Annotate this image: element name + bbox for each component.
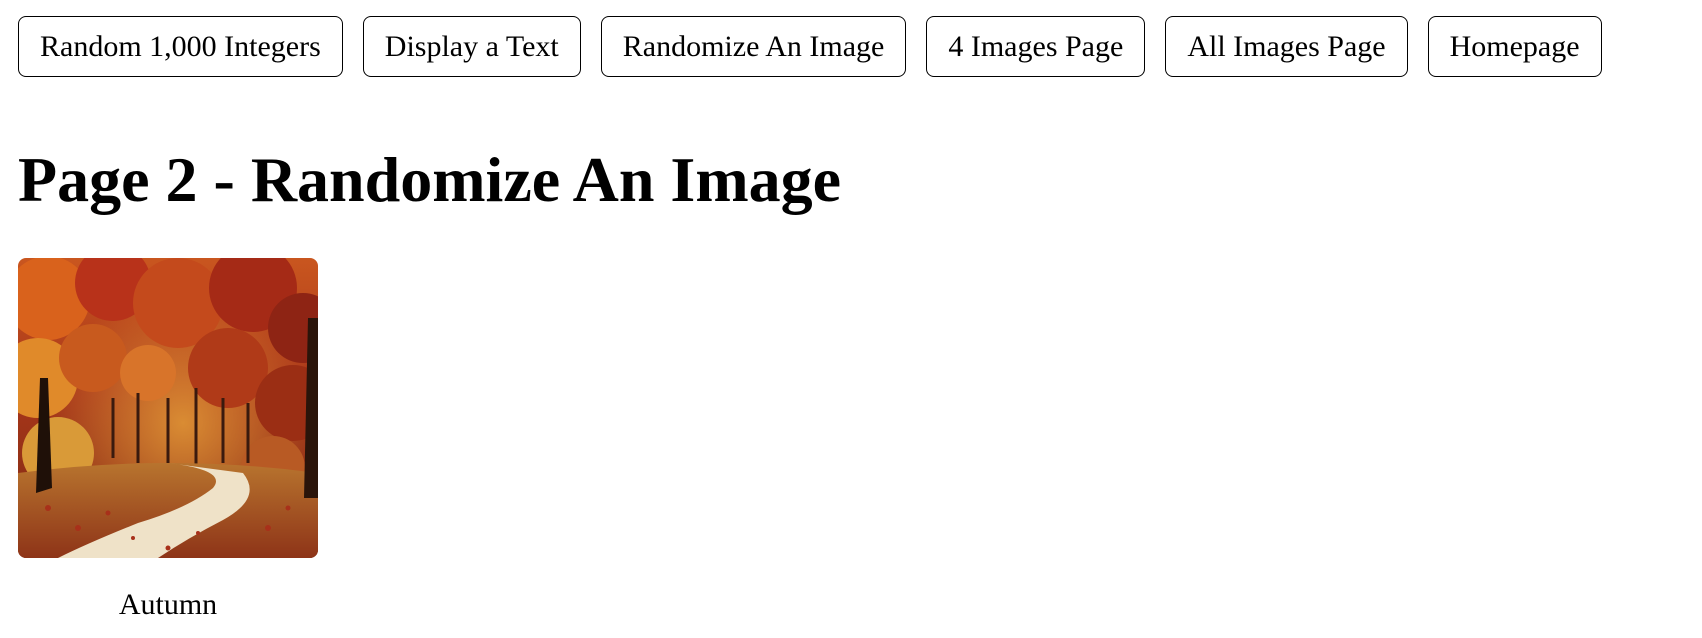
image-caption: Autumn xyxy=(118,588,218,621)
display-text-button[interactable]: Display a Text xyxy=(362,16,581,77)
autumn-photo xyxy=(18,258,318,558)
nav-bar: Random 1,000 Integers Display a Text Ran… xyxy=(18,16,1602,77)
page-title: Page 2 - Randomize An Image xyxy=(18,144,842,215)
image-card: Autumn xyxy=(18,258,318,622)
randomize-image-button[interactable]: Randomize An Image xyxy=(600,16,907,77)
all-images-button[interactable]: All Images Page xyxy=(1165,16,1408,77)
four-images-button[interactable]: 4 Images Page xyxy=(926,16,1146,77)
random-integers-button[interactable]: Random 1,000 Integers xyxy=(18,16,343,77)
homepage-button[interactable]: Homepage xyxy=(1427,16,1602,77)
